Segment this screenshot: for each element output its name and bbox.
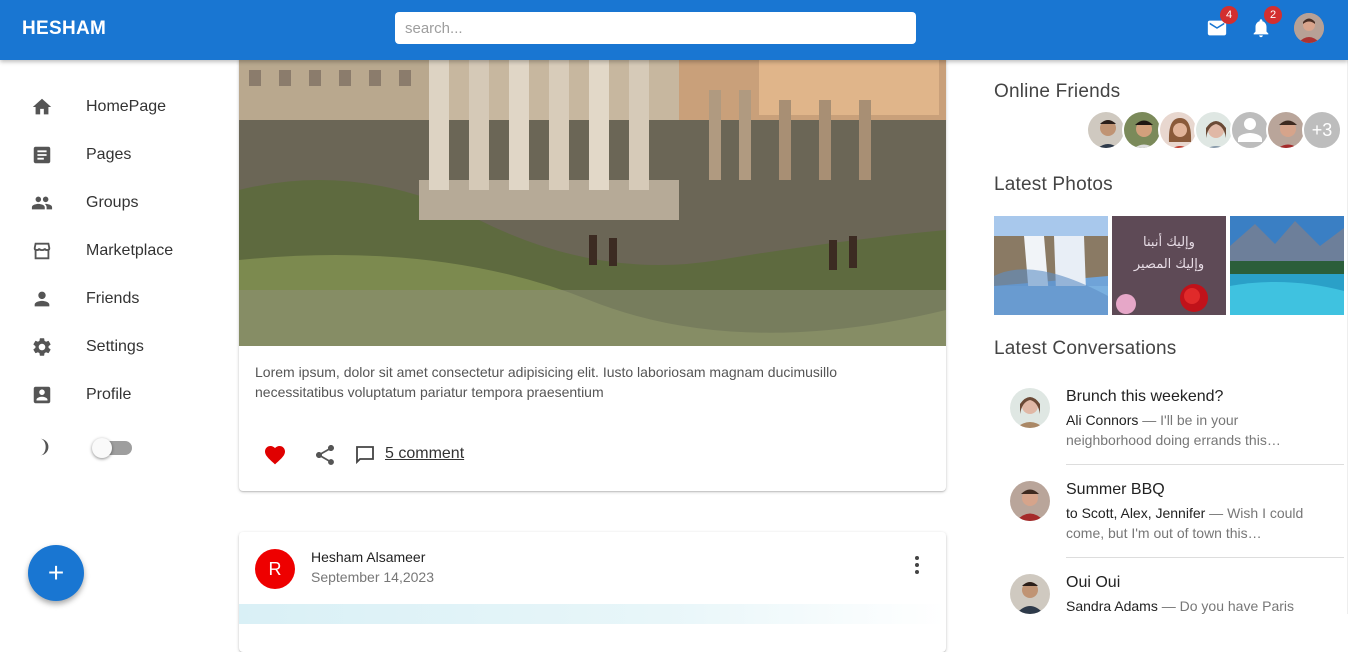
user-avatar[interactable] xyxy=(1294,13,1324,43)
conversation-preview: Ali Connors — I'll be in your neighborho… xyxy=(1066,410,1306,450)
storefront-icon xyxy=(30,239,54,263)
sidebar-item-label: Pages xyxy=(86,146,132,163)
online-friend-avatar[interactable] xyxy=(1158,110,1198,150)
photo-thumbnail[interactable] xyxy=(1230,216,1344,315)
divider xyxy=(1066,557,1344,558)
online-friend-avatar[interactable] xyxy=(1194,110,1234,150)
conversation-preview: to Scott, Alex, Jennifer — Wish I could … xyxy=(1066,503,1306,543)
sidebar-item-friends[interactable]: Friends xyxy=(30,284,139,314)
mail-badge: 4 xyxy=(1220,6,1238,24)
online-friends-title: Online Friends xyxy=(994,81,1121,102)
sidebar-item-marketplace[interactable]: Marketplace xyxy=(30,236,173,266)
more-vert-icon xyxy=(915,556,919,574)
divider xyxy=(1066,464,1344,465)
brand-logo[interactable]: HESHAM xyxy=(22,18,106,40)
sidebar-item-profile[interactable]: Profile xyxy=(30,380,131,410)
sidebar-item-groups[interactable]: Groups xyxy=(30,188,138,218)
sidebar-item-homepage[interactable]: HomePage xyxy=(30,92,166,122)
dark-mode-row xyxy=(30,432,54,462)
avatar[interactable]: R xyxy=(255,549,295,589)
photo-thumbnail[interactable]: وإليك أنبنا وإليك المصير xyxy=(1112,216,1226,315)
sidebar-item-label: Groups xyxy=(86,194,139,211)
online-friend-avatar[interactable] xyxy=(1230,110,1270,150)
photo-thumbnail[interactable] xyxy=(994,216,1108,315)
mail-button[interactable]: 4 xyxy=(1204,6,1238,41)
share-button[interactable] xyxy=(313,442,337,468)
conversation-title: Summer BBQ xyxy=(1066,481,1165,498)
conversation-title: Oui Oui xyxy=(1066,574,1121,591)
post-date: September 14,2023 xyxy=(311,569,434,585)
conversation-sender: to Scott, Alex, Jennifer xyxy=(1066,505,1206,521)
notifications-badge: 2 xyxy=(1264,6,1282,24)
online-friend-avatar[interactable] xyxy=(1122,110,1162,150)
more-options-button[interactable] xyxy=(909,554,925,576)
conversation-text: — Do you have Paris xyxy=(1157,598,1295,614)
person-icon xyxy=(30,287,54,311)
add-button[interactable]: + xyxy=(28,545,84,601)
svg-text:وإليك المصير: وإليك المصير xyxy=(1133,257,1204,272)
person-icon xyxy=(1238,118,1262,142)
sidebar-item-pages[interactable]: Pages xyxy=(30,140,131,170)
app-bar: HESHAM 4 2 xyxy=(0,0,1348,60)
account-box-icon xyxy=(30,383,54,407)
post-text: Lorem ipsum, dolor sit amet consectetur … xyxy=(255,364,838,400)
sidebar-item-label: Friends xyxy=(86,290,140,307)
conversation-title: Brunch this weekend? xyxy=(1066,388,1224,405)
gear-icon xyxy=(30,335,54,359)
sidebar-item-label: Marketplace xyxy=(86,242,174,259)
plus-icon: + xyxy=(47,557,65,588)
comment-icon xyxy=(356,446,374,465)
comments-link[interactable]: 5 comment xyxy=(385,445,464,463)
conversation-preview: Sandra Adams — Do you have Paris xyxy=(1066,596,1306,616)
moon-icon xyxy=(30,435,54,459)
conversation-sender: Sandra Adams xyxy=(1066,598,1158,614)
sidebar-item-label: HomePage xyxy=(86,98,167,115)
notifications-button[interactable]: 2 xyxy=(1248,6,1282,41)
avatar xyxy=(1010,481,1050,521)
group-icon xyxy=(30,191,54,215)
share-icon xyxy=(316,445,334,465)
toggle-knob xyxy=(92,438,112,458)
sidebar-item-label: Profile xyxy=(86,386,132,403)
online-friend-avatar[interactable] xyxy=(1266,110,1306,150)
search-input[interactable] xyxy=(395,12,916,44)
online-friend-avatar[interactable] xyxy=(1086,110,1126,150)
sidebar-item-label: Settings xyxy=(86,338,144,355)
post-image xyxy=(239,604,946,624)
heart-icon xyxy=(265,446,285,465)
avatar xyxy=(1010,574,1050,614)
latest-photos-title: Latest Photos xyxy=(994,174,1113,195)
sidebar: HomePage Pages Groups Marketplace Friend… xyxy=(0,60,220,614)
home-icon xyxy=(30,95,54,119)
dark-mode-toggle[interactable] xyxy=(92,438,132,458)
svg-text:وإليك أنبنا: وإليك أنبنا xyxy=(1143,233,1195,250)
latest-conversations-title: Latest Conversations xyxy=(994,338,1177,359)
article-icon xyxy=(30,143,54,167)
sidebar-item-settings[interactable]: Settings xyxy=(30,332,144,362)
post-card: R Hesham Alsameer September 14,2023 xyxy=(239,532,946,652)
conversation-sender: Ali Connors xyxy=(1066,412,1139,428)
post-image xyxy=(239,60,946,346)
post-author: Hesham Alsameer xyxy=(311,549,426,565)
post-card: Lorem ipsum, dolor sit amet consectetur … xyxy=(239,40,946,491)
comment-button[interactable] xyxy=(353,442,377,468)
more-friends-badge[interactable]: +3 xyxy=(1302,110,1342,150)
like-button[interactable] xyxy=(263,442,287,468)
avatar xyxy=(1010,388,1050,428)
